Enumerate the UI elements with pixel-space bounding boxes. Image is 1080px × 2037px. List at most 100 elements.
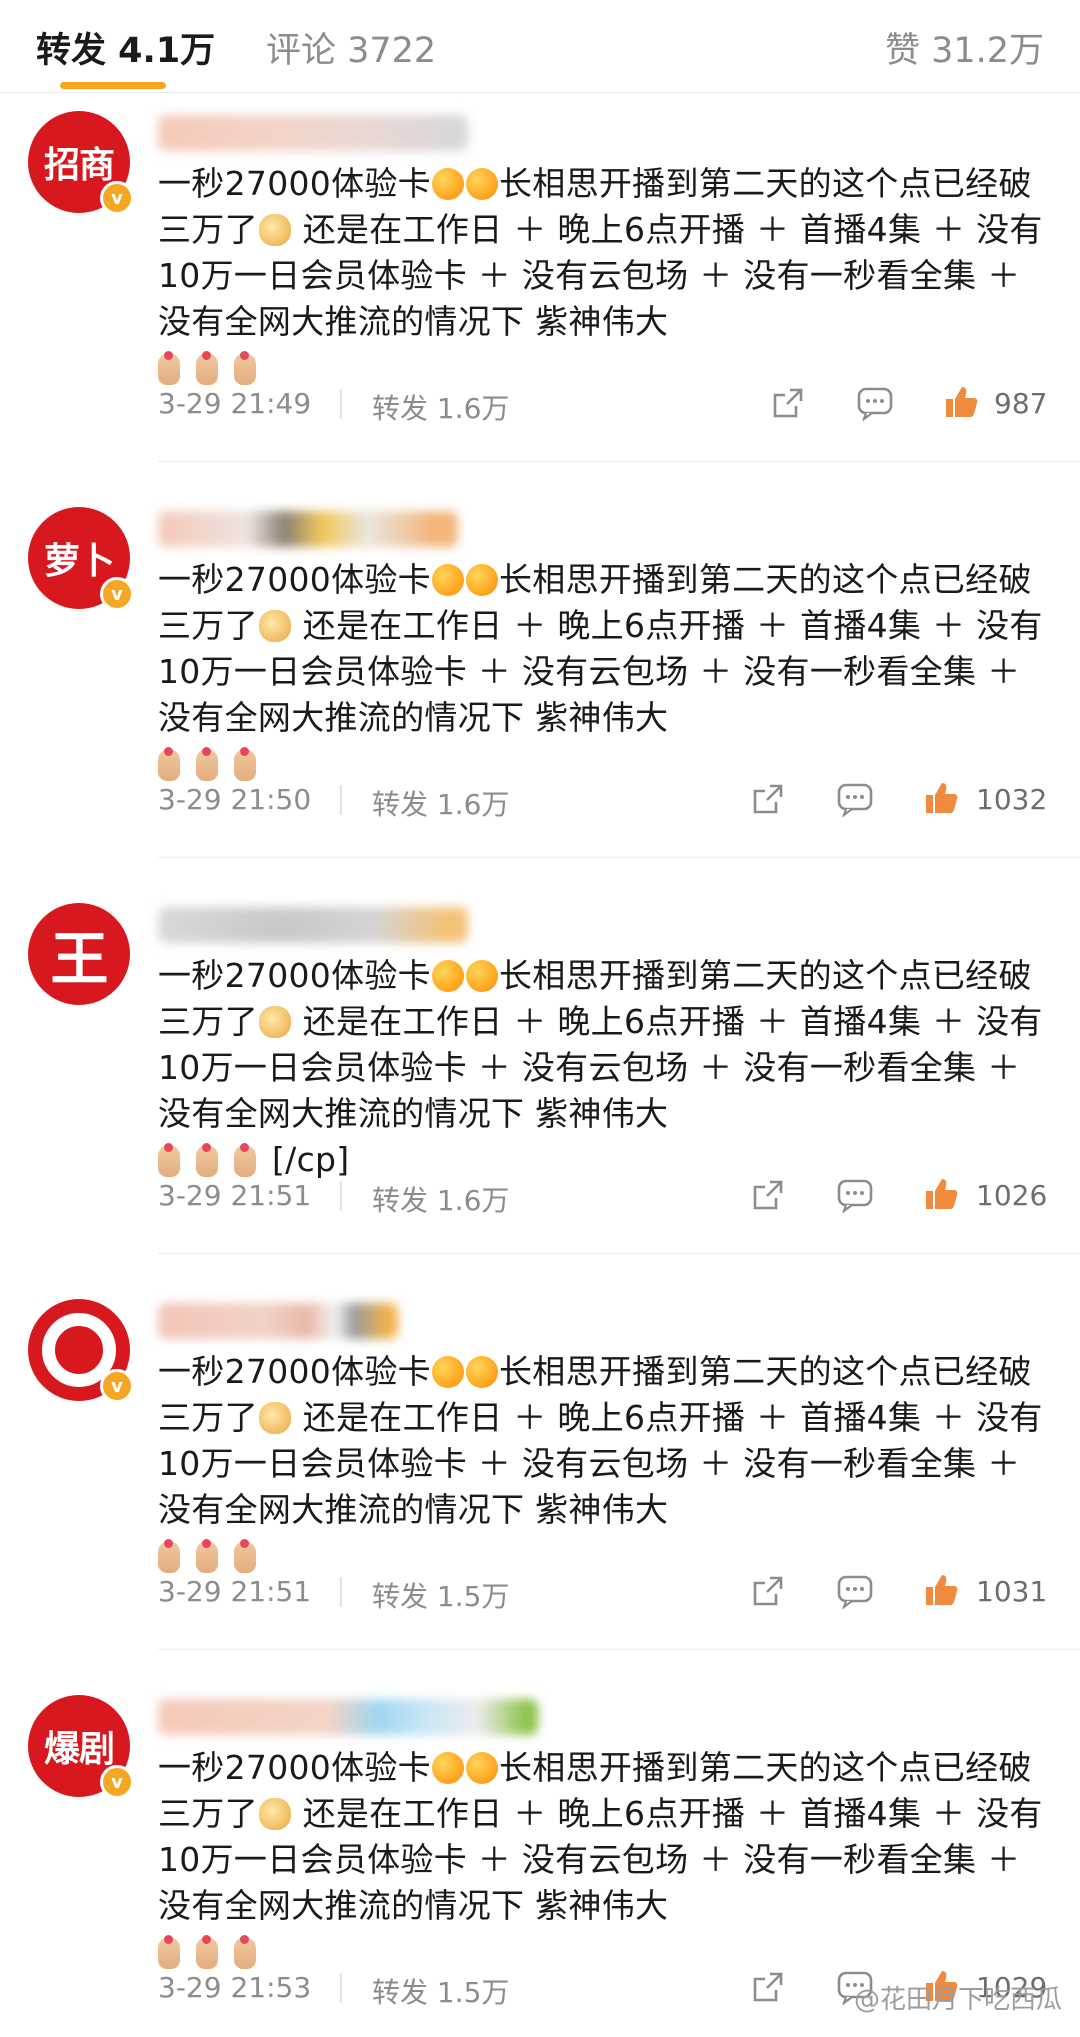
repost-text: 一秒27000体验卡 长相思开播到第二天的这个点已经破三万了 还是在工作日 ＋ 晚…	[158, 953, 1058, 1183]
like-count: 987	[994, 387, 1048, 420]
cat-emoji-icon	[258, 610, 291, 642]
repost-text: 一秒27000体验卡 长相思开播到第二天的这个点已经破三万了 还是在工作日 ＋ 晚…	[158, 1349, 1058, 1579]
watermark-text: @花田月下吃西瓜	[853, 1985, 1062, 2015]
heart-hand-icon	[196, 1935, 218, 1969]
share-icon[interactable]	[750, 1573, 786, 1609]
cat-emoji-icon	[258, 214, 291, 246]
forward-count[interactable]: 转发 1.6万	[372, 387, 509, 427]
repost-list-screen: 转发 4.1万 评论 3722 赞 31.2万 招商 v 一秒27000体验卡长…	[0, 0, 1080, 2028]
verified-badge-icon: v	[100, 1765, 134, 1799]
forward-count[interactable]: 转发 1.5万	[372, 1971, 509, 2011]
like-icon[interactable]	[922, 1175, 960, 1213]
tab-comment[interactable]: 评论 3722	[266, 22, 436, 73]
like-count: 1031	[976, 1575, 1048, 1608]
like-count: 1026	[976, 1179, 1048, 1212]
avatar-label: 王	[50, 925, 108, 993]
tab-like[interactable]: 赞 31.2万	[885, 22, 1044, 73]
cat-emoji-icon	[258, 1798, 291, 1830]
heart-hand-icon	[234, 1539, 256, 1573]
meta-separator	[340, 389, 342, 419]
emoji-icon	[431, 168, 464, 200]
post-time: 3-29 21:53	[158, 1971, 312, 2004]
avatar[interactable]: 萝卜 v	[28, 507, 134, 611]
avatar[interactable]: 爆剧 v	[28, 1695, 134, 1799]
item-divider	[158, 1649, 1080, 1650]
repost-item: 萝卜 v 一秒27000体验卡 长相思开播到第二天的这个点已经破三万了 还是在工作…	[0, 489, 1080, 885]
emoji-icon	[465, 564, 498, 596]
text-tag: [/cp]	[272, 1140, 350, 1179]
repost-item: 招商 v 一秒27000体验卡 长相思开播到第二天的这个点已经破三万了 还是在工作…	[0, 93, 1080, 489]
heart-hand-icon	[158, 351, 180, 385]
like-count: 1032	[976, 783, 1048, 816]
post-time: 3-29 21:51	[158, 1179, 312, 1212]
tab-repost[interactable]: 转发 4.1万	[36, 22, 215, 73]
heart-hand-icon	[234, 1935, 256, 1969]
post-time: 3-29 21:49	[158, 387, 312, 420]
post-time: 3-29 21:50	[158, 783, 312, 816]
comment-icon[interactable]	[856, 385, 894, 421]
text-part: 一秒27000体验卡	[158, 560, 431, 599]
repost-item: v 一秒27000体验卡 长相思开播到第二天的这个点已经破三万了 还是在工作日 ＋…	[0, 1281, 1080, 1677]
avatar[interactable]: v	[28, 1299, 134, 1403]
active-tab-indicator	[60, 82, 166, 89]
blurred-username[interactable]	[158, 907, 468, 943]
heart-hand-icon	[158, 1539, 180, 1573]
share-icon[interactable]	[750, 1177, 786, 1213]
repost-item: 王 一秒27000体验卡 长相思开播到第二天的这个点已经破三万了 还是在工作日 ＋…	[0, 885, 1080, 1281]
blurred-username[interactable]	[158, 1303, 398, 1339]
text-part: 一秒27000体验卡	[158, 1748, 431, 1787]
blurred-username[interactable]	[158, 511, 458, 547]
comment-icon[interactable]	[836, 1177, 874, 1213]
heart-hand-icon	[196, 351, 218, 385]
forward-count[interactable]: 转发 1.6万	[372, 1179, 509, 1219]
meta-separator	[340, 1181, 342, 1211]
emoji-icon	[465, 1356, 498, 1388]
post-meta: 3-29 21:49 转发 1.6万 987	[158, 383, 1058, 425]
emoji-icon	[431, 564, 464, 596]
repost-text: 一秒27000体验卡 长相思开播到第二天的这个点已经破三万了 还是在工作日 ＋ 晚…	[158, 1745, 1058, 1975]
post-meta: 3-29 21:50 转发 1.6万 1032	[158, 779, 1058, 821]
forward-count[interactable]: 转发 1.6万	[372, 783, 509, 823]
like-icon[interactable]	[942, 383, 980, 421]
heart-hand-icon	[158, 1935, 180, 1969]
share-icon[interactable]	[750, 1969, 786, 2005]
share-icon[interactable]	[750, 781, 786, 817]
verified-badge-icon: v	[100, 1369, 134, 1403]
heart-hand-icon	[158, 1143, 180, 1177]
item-divider	[158, 1253, 1080, 1254]
meta-separator	[340, 785, 342, 815]
emoji-icon	[431, 960, 464, 992]
emoji-icon	[431, 1356, 464, 1388]
heart-hand-icon	[234, 747, 256, 781]
post-meta: 3-29 21:51 转发 1.6万 1026	[158, 1175, 1058, 1217]
comment-icon[interactable]	[836, 781, 874, 817]
verified-badge-icon: v	[100, 181, 134, 215]
forward-count[interactable]: 转发 1.5万	[372, 1575, 509, 1615]
emoji-icon	[465, 960, 498, 992]
emoji-icon	[465, 168, 498, 200]
like-icon[interactable]	[922, 779, 960, 817]
heart-hand-icon	[196, 1143, 218, 1177]
tab-bar: 转发 4.1万 评论 3722 赞 31.2万	[0, 0, 1080, 93]
share-icon[interactable]	[770, 385, 806, 421]
avatar[interactable]: 王	[28, 903, 130, 1005]
post-meta: 3-29 21:51 转发 1.5万 1031	[158, 1571, 1058, 1613]
verified-badge-icon: v	[100, 577, 134, 611]
heart-hand-icon	[234, 351, 256, 385]
blurred-username[interactable]	[158, 115, 468, 151]
heart-hand-icon	[158, 747, 180, 781]
repost-text: 一秒27000体验卡 长相思开播到第二天的这个点已经破三万了 还是在工作日 ＋ 晚…	[158, 161, 1058, 391]
repost-feed: 招商 v 一秒27000体验卡 长相思开播到第二天的这个点已经破三万了 还是在工作…	[0, 93, 1080, 2037]
repost-text: 一秒27000体验卡 长相思开播到第二天的这个点已经破三万了 还是在工作日 ＋ 晚…	[158, 557, 1058, 787]
post-time: 3-29 21:51	[158, 1575, 312, 1608]
like-icon[interactable]	[922, 1571, 960, 1609]
heart-hand-icon	[196, 747, 218, 781]
heart-hand-icon	[196, 1539, 218, 1573]
text-part: 一秒27000体验卡	[158, 164, 431, 203]
item-divider	[158, 857, 1080, 858]
text-part: 一秒27000体验卡	[158, 1352, 431, 1391]
blurred-username[interactable]	[158, 1699, 538, 1735]
text-part: 一秒27000体验卡	[158, 956, 431, 995]
avatar[interactable]: 招商 v	[28, 111, 134, 215]
comment-icon[interactable]	[836, 1573, 874, 1609]
